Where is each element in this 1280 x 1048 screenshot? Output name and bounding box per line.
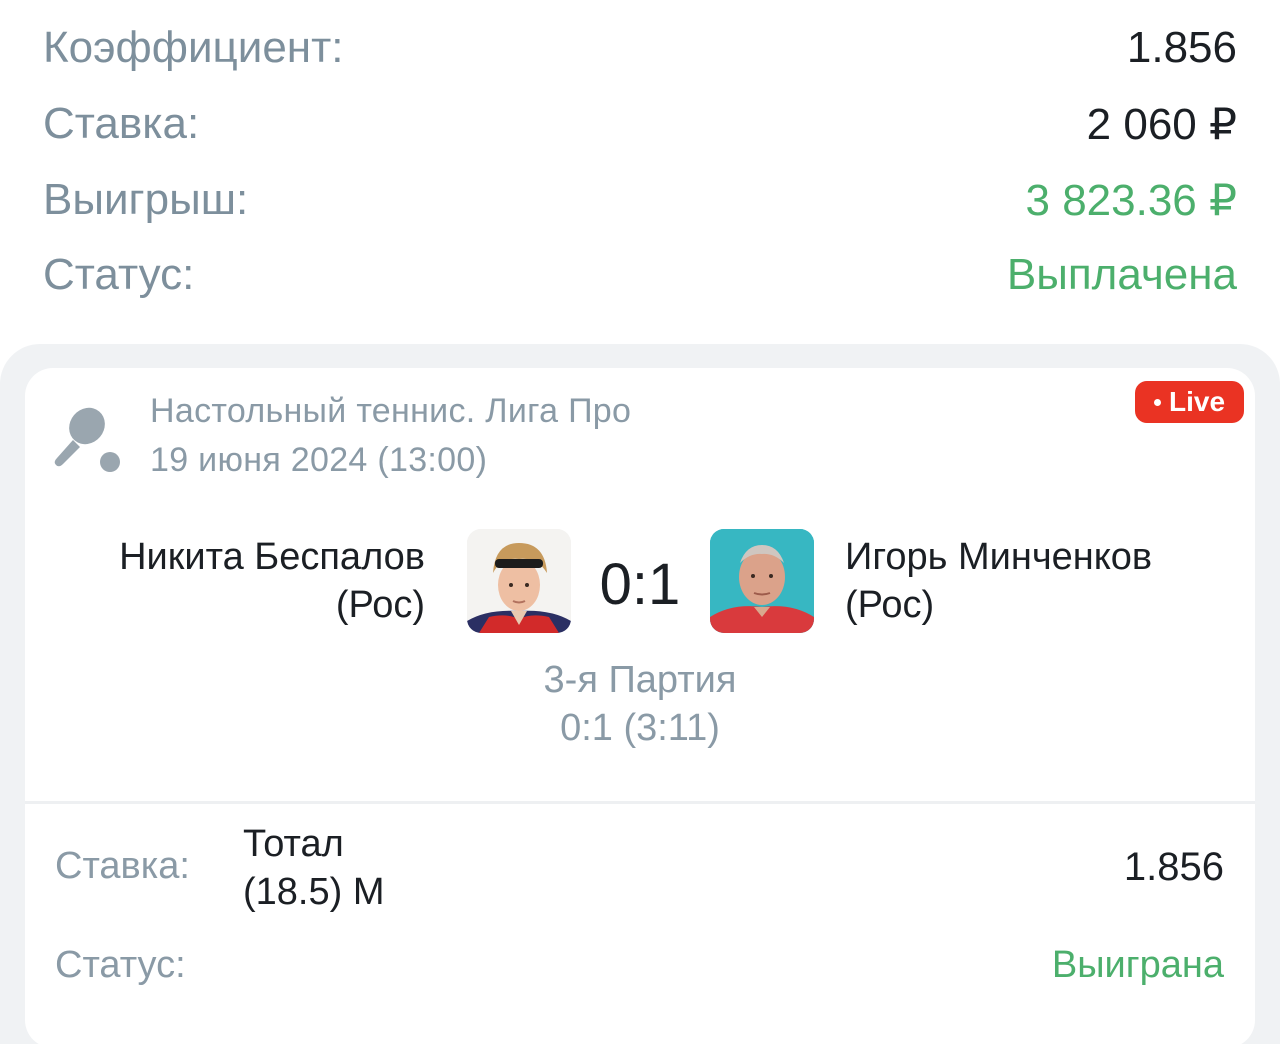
status-label: Статус: — [43, 250, 195, 299]
team2-name[interactable]: Игорь Минченков (Рос) — [845, 533, 1152, 629]
live-dot-icon — [1153, 398, 1161, 406]
coefficient-label: Коэффициент: — [43, 23, 344, 72]
league-name: Настольный теннис. Лига Про — [150, 392, 632, 430]
event-date: 19 июня 2024 (13:00) — [150, 441, 488, 479]
team2-country: (Рос) — [845, 584, 935, 626]
live-label: Live — [1168, 386, 1226, 417]
bet-market: Тотал (18.5) М — [243, 820, 384, 916]
winnings-value: 3 823.36 ₽ — [1025, 175, 1238, 225]
match-score: 0:1 — [599, 552, 681, 617]
team1-country: (Рос) — [335, 584, 425, 626]
team2-avatar — [710, 529, 814, 633]
bet-status-label: Статус: — [55, 944, 186, 986]
team1-avatar — [467, 529, 571, 633]
team1-player: Никита Беспалов — [119, 536, 425, 578]
bet-odds: 1.856 — [1123, 845, 1224, 889]
winnings-row: Выигрыш: 3 823.36 ₽ — [43, 170, 1237, 230]
stake-row: Ставка: 2 060 ₽ — [43, 94, 1237, 154]
stake-label: Ставка: — [43, 99, 200, 148]
bet-market-line1: Тотал — [243, 823, 344, 865]
live-badge: Live — [1135, 381, 1244, 423]
winnings-label: Выигрыш: — [43, 175, 249, 224]
coefficient-row: Коэффициент: 1.856 — [43, 18, 1237, 78]
status-value: Выплачена — [1006, 250, 1237, 299]
table-tennis-icon — [54, 407, 120, 472]
bet-label: Ставка: — [55, 845, 190, 887]
divider — [25, 801, 1255, 804]
coefficient-value: 1.856 — [1126, 23, 1237, 72]
period-label: 3-я Партия — [543, 659, 737, 701]
bet-status: Выиграна — [1051, 944, 1224, 986]
team1-name[interactable]: Никита Беспалов (Рос) — [119, 533, 425, 629]
period-score: 0:1 (3:11) — [560, 707, 720, 749]
bet-market-line2: (18.5) М — [243, 871, 385, 913]
status-row: Статус: Выплачена — [43, 245, 1237, 305]
stake-value: 2 060 ₽ — [1086, 99, 1237, 149]
team2-player: Игорь Минченков — [845, 536, 1153, 578]
